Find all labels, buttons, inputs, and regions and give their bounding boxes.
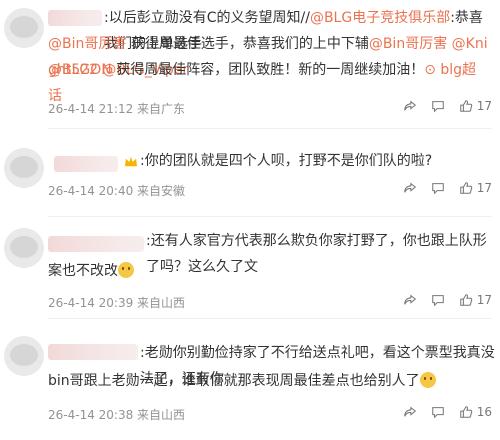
share-icon — [403, 294, 416, 305]
like-count: 17 — [476, 99, 492, 113]
divider — [48, 128, 492, 129]
like-button[interactable]: 17 — [459, 99, 492, 113]
avatar[interactable] — [4, 148, 44, 188]
share-icon — [403, 182, 416, 193]
comment-text: :你的团队就是四个人呗，打野不是你们队的啦? — [140, 153, 433, 169]
share-icon — [403, 100, 416, 111]
comment-item: :以后彭立勋没有C的义务望周知//@BLG电子竞技俱乐部:恭喜我们的上单选手 @… — [0, 0, 500, 118]
mention-link[interactable]: @Bin哥厉害 — [369, 36, 447, 52]
comment-actions: 16 — [403, 405, 492, 419]
comment-button[interactable] — [431, 405, 445, 419]
smile-emoji-icon — [118, 262, 134, 278]
like-icon — [459, 406, 472, 418]
like-count: 17 — [476, 181, 492, 195]
username-blurred[interactable] — [54, 156, 118, 172]
comment-button[interactable] — [431, 99, 445, 113]
comment-actions: 17 — [403, 293, 492, 307]
comment-meta: 26-4-14 20:38 来自山西 — [48, 408, 186, 422]
divider — [48, 318, 492, 319]
comment-text-line2: 案也不改改 — [48, 258, 488, 284]
avatar[interactable] — [4, 336, 44, 376]
like-button[interactable]: 17 — [459, 293, 492, 307]
comment-button[interactable] — [431, 293, 445, 307]
comment-text-line2: bin哥跟上老勋一起，谁敢信就那表现周最佳差点也给别人了 — [48, 368, 488, 394]
username-blurred[interactable] — [48, 236, 144, 252]
like-icon — [459, 294, 472, 306]
comment-icon — [431, 101, 444, 113]
like-icon — [459, 100, 472, 112]
comment-meta: 26-4-14 20:39 来自山西 — [48, 296, 186, 310]
divider — [48, 216, 492, 217]
mention-link[interactable]: @BLG电子竞技俱乐部 — [310, 10, 450, 26]
comment-actions: 17 — [403, 99, 492, 113]
topic-icon: ⊙ — [424, 62, 441, 78]
like-icon — [459, 182, 472, 194]
comment-text-prefix: :以后彭立勋没有C的义务望周知// — [104, 10, 310, 26]
comment-text: 获得周最佳阵容，团队致胜！新的一周继续加油！ — [111, 62, 425, 78]
avatar[interactable] — [4, 8, 44, 48]
comment-text: 获得周最佳选手，恭喜我们的上中下辅 — [126, 36, 369, 52]
share-button[interactable] — [403, 405, 417, 419]
avatar[interactable] — [4, 228, 44, 268]
comment-icon — [431, 407, 444, 419]
comment-icon — [431, 183, 444, 195]
comment-actions: 17 — [403, 181, 492, 195]
comment-meta: 26-4-14 20:40 来自安徽 — [48, 184, 186, 198]
like-button[interactable]: 16 — [459, 405, 492, 419]
share-button[interactable] — [403, 99, 417, 113]
comment-item: :还有人家官方代表那么欺负你家打野了，你也跟上队形了吗？这么久了文 案也不改改 … — [0, 222, 500, 322]
comment-item: :你的团队就是四个人呗，打野不是你们队的啦? 26-4-14 20:40 来自安… — [0, 138, 500, 218]
comment-item: :老勋你别勤俭持家了不行给送点礼吧，看这个票型我真没法了，还有你 bin哥跟上老… — [0, 330, 500, 440]
share-button[interactable] — [403, 293, 417, 307]
crown-badge-icon — [125, 156, 137, 167]
mention-link[interactable]: @Bin哥厉害 — [48, 36, 126, 52]
share-icon — [403, 406, 416, 417]
share-button[interactable] — [403, 181, 417, 195]
mention-link[interactable]: @BLGON — [48, 62, 112, 78]
like-button[interactable]: 17 — [459, 181, 492, 195]
like-count: 16 — [476, 405, 492, 419]
smile-emoji-icon — [419, 372, 436, 388]
comment-icon — [431, 295, 444, 307]
username-blurred[interactable] — [48, 344, 138, 360]
comment-meta: 26-4-14 21:12 来自广东 — [48, 102, 186, 116]
like-count: 17 — [476, 293, 492, 307]
username-blurred[interactable] — [48, 10, 102, 26]
comment-button[interactable] — [431, 181, 445, 195]
